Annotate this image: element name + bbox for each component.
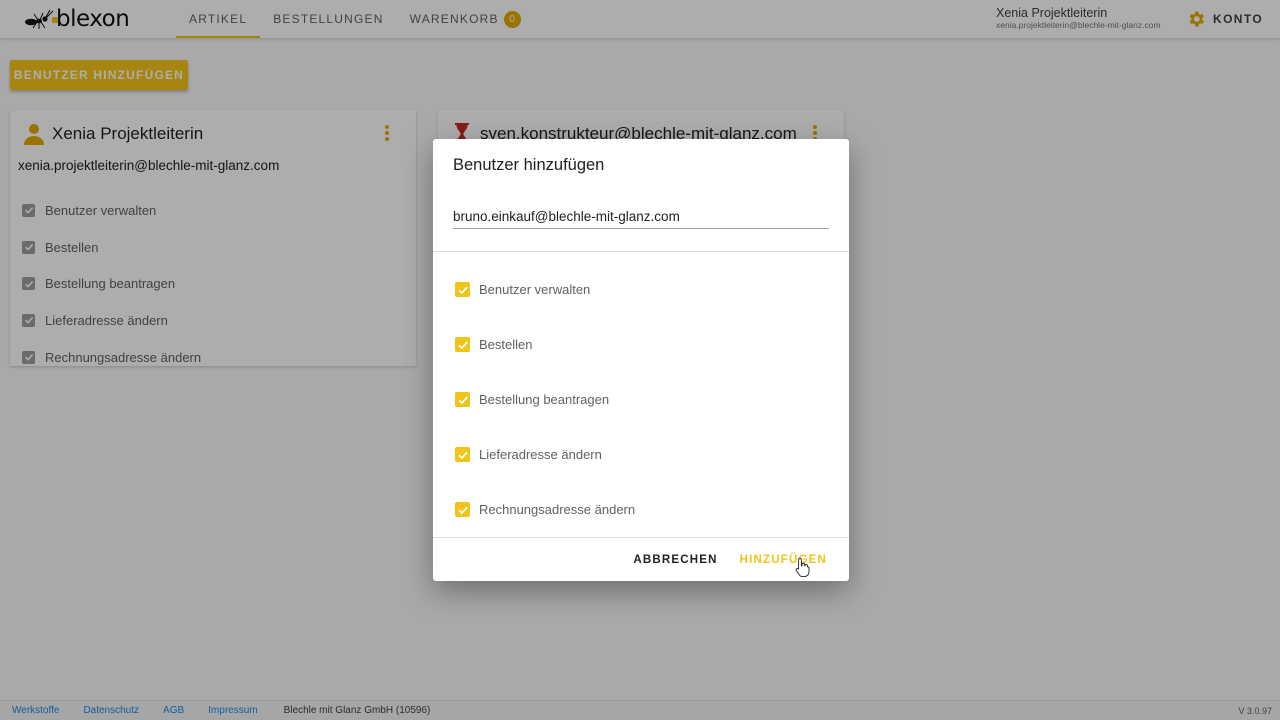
confirm-add-button[interactable]: HINZUFÜGEN: [732, 547, 835, 573]
add-user-dialog: Benutzer hinzufügen Benutzer verwalten B…: [433, 139, 849, 581]
checkbox-label: Bestellen: [479, 337, 533, 352]
check-icon[interactable]: [455, 282, 470, 297]
permission-checkbox-lieferadresse-aendern[interactable]: Lieferadresse ändern: [455, 427, 635, 482]
divider: [433, 537, 849, 538]
check-icon[interactable]: [455, 447, 470, 462]
permission-checkbox-benutzer-verwalten[interactable]: Benutzer verwalten: [455, 262, 635, 317]
check-icon[interactable]: [455, 502, 470, 517]
email-input[interactable]: [453, 205, 829, 229]
divider: [433, 251, 849, 252]
checkbox-label: Benutzer verwalten: [479, 282, 591, 297]
permission-checkbox-bestellung-beantragen[interactable]: Bestellung beantragen: [455, 372, 635, 427]
checkbox-label: Bestellung beantragen: [479, 392, 610, 407]
permission-checkbox-bestellen[interactable]: Bestellen: [455, 317, 635, 372]
checkbox-label: Rechnungsadresse ändern: [479, 502, 636, 517]
checkbox-label: Lieferadresse ändern: [479, 447, 602, 462]
dialog-title: Benutzer hinzufügen: [453, 156, 605, 174]
permission-checkbox-rechnungsadresse-aendern[interactable]: Rechnungsadresse ändern: [455, 482, 635, 537]
permission-checkbox-list: Benutzer verwalten Bestellen Bestellung …: [455, 262, 635, 537]
cancel-button[interactable]: ABBRECHEN: [625, 547, 725, 573]
hand-cursor-icon: [795, 558, 810, 577]
check-icon[interactable]: [455, 392, 470, 407]
check-icon[interactable]: [455, 337, 470, 352]
